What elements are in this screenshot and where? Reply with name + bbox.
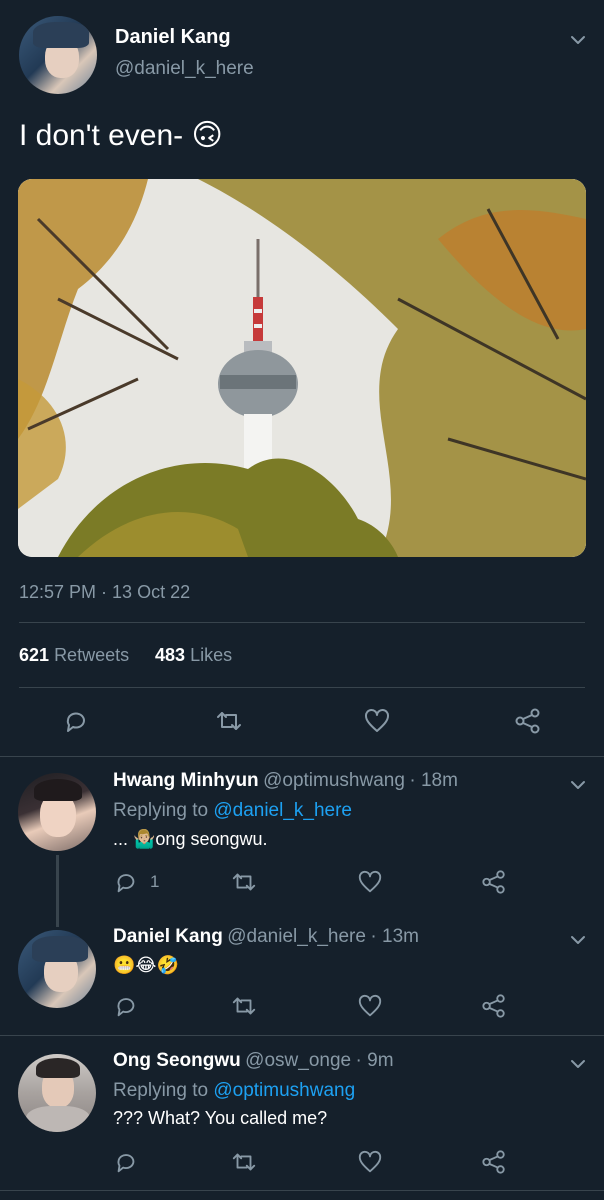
author-name[interactable]: Daniel Kang: [113, 926, 223, 947]
divider: [0, 756, 604, 757]
reply-text: ... 🤷🏼‍♂️ong seongwu.: [113, 829, 268, 849]
reply-time: · 18m: [409, 770, 458, 791]
author-handle[interactable]: @optimushwang: [263, 770, 405, 791]
author-handle[interactable]: @osw_onge: [245, 1050, 351, 1071]
reply-header: Hwang Minhyun @optimushwang · 18m: [113, 770, 458, 792]
share-icon[interactable]: [480, 993, 508, 1019]
share-icon[interactable]: [513, 707, 543, 735]
author-handle[interactable]: @daniel_k_here: [227, 926, 366, 947]
reply-time: · 9m: [355, 1050, 394, 1071]
divider: [19, 622, 585, 623]
replying-prefix: Replying to: [113, 1080, 209, 1101]
divider: [19, 687, 585, 688]
replying-to: Replying to @daniel_k_here: [113, 800, 352, 822]
thread-line: [56, 855, 59, 927]
divider: [0, 1035, 604, 1036]
retweet-icon[interactable]: [230, 1149, 258, 1175]
like-stats[interactable]: 483 Likes: [155, 645, 232, 666]
tweet-text: I don't even- 🙃: [19, 119, 223, 152]
like-icon[interactable]: [357, 1149, 383, 1175]
like-icon[interactable]: [363, 707, 391, 735]
reply-time: · 13m: [370, 926, 419, 947]
reply-text: 😬😂🤣: [113, 955, 179, 975]
replying-prefix: Replying to: [113, 800, 209, 821]
author-name[interactable]: Hwang Minhyun: [113, 770, 259, 791]
chevron-down-icon[interactable]: [568, 930, 588, 950]
retweet-icon[interactable]: [230, 993, 258, 1019]
avatar[interactable]: [18, 1054, 96, 1132]
reply-header: Daniel Kang @daniel_k_here · 13m: [113, 926, 419, 948]
seoul-tower-photo: [18, 179, 586, 557]
avatar[interactable]: [19, 16, 97, 94]
replying-handle[interactable]: @daniel_k_here: [213, 800, 352, 821]
tweet-timestamp[interactable]: 12:57 PM · 13 Oct 22: [19, 582, 190, 603]
author-name[interactable]: Daniel Kang: [115, 26, 231, 49]
retweet-icon[interactable]: [214, 707, 244, 735]
reply-icon[interactable]: [113, 869, 139, 895]
reply-icon[interactable]: [113, 993, 139, 1019]
reply-text: ??? What? You called me?: [113, 1108, 328, 1128]
avatar[interactable]: [18, 773, 96, 851]
chevron-down-icon[interactable]: [568, 1054, 588, 1074]
retweet-icon[interactable]: [230, 869, 258, 895]
chevron-down-icon[interactable]: [568, 775, 588, 795]
author-handle[interactable]: @daniel_k_here: [115, 58, 254, 80]
like-label: Likes: [190, 645, 233, 665]
chevron-down-icon[interactable]: [568, 30, 588, 50]
like-icon[interactable]: [357, 869, 383, 895]
retweet-count: 621: [19, 645, 50, 665]
share-icon[interactable]: [480, 869, 508, 895]
avatar[interactable]: [18, 930, 96, 1008]
replying-to: Replying to @optimushwang: [113, 1080, 355, 1102]
divider: [0, 1190, 604, 1191]
share-icon[interactable]: [480, 1149, 508, 1175]
reply-count: 1: [150, 872, 160, 891]
retweet-label: Retweets: [54, 645, 130, 665]
reply-icon[interactable]: [62, 707, 90, 735]
reply-header: Ong Seongwu @osw_onge · 9m: [113, 1050, 394, 1072]
tweet-image[interactable]: [18, 179, 586, 557]
reply-icon[interactable]: [113, 1149, 139, 1175]
author-name[interactable]: Ong Seongwu: [113, 1050, 241, 1071]
replying-handle[interactable]: @optimushwang: [213, 1080, 355, 1101]
like-icon[interactable]: [357, 993, 383, 1019]
retweet-stats[interactable]: 621 Retweets: [19, 645, 129, 666]
like-count: 483: [155, 645, 186, 665]
